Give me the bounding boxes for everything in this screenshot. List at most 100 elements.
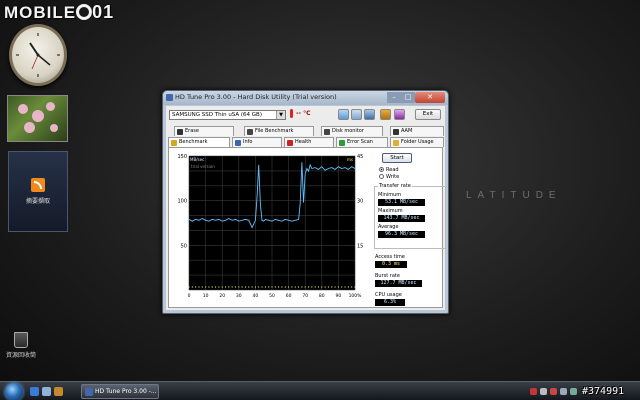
flower-icon bbox=[32, 110, 44, 122]
chart-access-point bbox=[214, 286, 217, 288]
burst-rate-label: Burst rate bbox=[375, 273, 400, 279]
tab-disk-monitor-label: Disk monitor bbox=[332, 128, 364, 134]
chart-x-tick: 30 bbox=[236, 293, 242, 299]
tray-volume-icon[interactable] bbox=[560, 388, 567, 395]
start-button[interactable]: Start bbox=[382, 153, 412, 163]
tab-erase-label: Erase bbox=[185, 128, 199, 134]
erase-icon bbox=[177, 129, 183, 135]
chart-access-point bbox=[337, 286, 339, 288]
feed-headlines-gadget[interactable]: 摘要擷取 bbox=[8, 151, 68, 232]
tab-info[interactable]: Info bbox=[232, 137, 282, 147]
clock-second-hand-icon bbox=[31, 54, 39, 70]
tray-alert-icon[interactable] bbox=[550, 388, 557, 395]
chart-x-tick: 10 bbox=[203, 293, 209, 299]
tab-disk-monitor[interactable]: Disk monitor bbox=[321, 126, 383, 136]
slideshow-gadget[interactable] bbox=[7, 95, 68, 142]
cpu-usage-label: CPU usage bbox=[375, 292, 402, 298]
show-desktop-icon[interactable] bbox=[42, 387, 51, 396]
chart-access-point bbox=[231, 286, 233, 288]
chart-y-tick-left: 100 bbox=[177, 199, 187, 205]
tab-error-scan-label: Error Scan bbox=[347, 139, 373, 145]
burst-rate-value: 127.7 MB/sec bbox=[375, 280, 422, 287]
chart-access-point bbox=[261, 286, 263, 288]
file-benchmark-icon bbox=[247, 129, 253, 135]
watermark-brand: MOBILE bbox=[4, 3, 77, 22]
chart-access-point bbox=[281, 286, 283, 288]
chart-access-point bbox=[304, 286, 306, 288]
chart-x-tick: 50 bbox=[269, 293, 275, 299]
chevron-down-icon: ▼ bbox=[276, 111, 285, 119]
title-bar[interactable]: HD Tune Pro 3.00 - Hard Disk Utility (Tr… bbox=[163, 91, 448, 105]
clock-hour-hand-icon bbox=[29, 42, 39, 56]
chart-access-point bbox=[317, 286, 320, 288]
tab-health[interactable]: Health bbox=[284, 137, 334, 147]
start-orb-icon[interactable] bbox=[5, 383, 23, 400]
chart-access-point bbox=[284, 286, 286, 288]
chart-access-point bbox=[264, 286, 266, 288]
chart-x-tick: 100% bbox=[349, 293, 363, 299]
flower-icon bbox=[18, 104, 28, 114]
chart-access-point bbox=[331, 286, 333, 288]
chart-trial-watermark: trial version bbox=[191, 164, 215, 169]
chart-access-point bbox=[254, 286, 256, 288]
options-icon[interactable] bbox=[380, 109, 391, 120]
read-radio[interactable]: Read bbox=[379, 167, 399, 173]
tray-security-icon[interactable] bbox=[530, 388, 537, 395]
switch-windows-icon[interactable] bbox=[54, 387, 63, 396]
tab-benchmark[interactable]: Benchmark bbox=[168, 137, 230, 147]
chart-access-point bbox=[347, 286, 349, 288]
chart-ylabel-right: ms bbox=[347, 157, 353, 162]
chart-access-point bbox=[354, 286, 356, 288]
maximize-button[interactable]: □ bbox=[401, 92, 415, 103]
chart-access-point bbox=[341, 286, 343, 288]
tab-benchmark-label: Benchmark bbox=[179, 139, 208, 145]
chart-access-point bbox=[291, 286, 293, 288]
chart-access-point bbox=[278, 286, 280, 288]
chart-access-point bbox=[251, 286, 253, 288]
close-button[interactable]: ✕ bbox=[415, 92, 445, 103]
write-radio-label: Write bbox=[386, 174, 400, 180]
maximum-value: 143.7 MB/sec bbox=[378, 215, 425, 222]
tab-error-scan[interactable]: Error Scan bbox=[336, 137, 388, 147]
tab-erase[interactable]: Erase bbox=[174, 126, 234, 136]
copy-info-icon[interactable] bbox=[338, 109, 349, 120]
write-radio[interactable]: Write bbox=[379, 174, 399, 180]
save-screenshot-icon[interactable] bbox=[364, 109, 375, 120]
window-client-area: SAMSUNG SSD Thin uSA (64 GB) ▼ -- °C Exi… bbox=[166, 106, 446, 310]
recycle-bin[interactable]: 資源回收筒 bbox=[4, 332, 38, 359]
tray-network-icon[interactable] bbox=[540, 388, 547, 395]
help-icon[interactable] bbox=[394, 109, 405, 120]
minimize-button[interactable]: – bbox=[387, 92, 401, 103]
flower-icon bbox=[50, 124, 58, 132]
chart-access-point bbox=[211, 286, 213, 288]
hdtune-window[interactable]: HD Tune Pro 3.00 - Hard Disk Utility (Tr… bbox=[162, 90, 449, 314]
tab-folder-usage-label: Folder Usage bbox=[401, 139, 434, 145]
ie-icon[interactable] bbox=[30, 387, 39, 396]
chart-access-point bbox=[314, 286, 316, 288]
clock-gadget[interactable] bbox=[9, 24, 67, 86]
chart-access-point bbox=[195, 286, 197, 288]
copy-screenshot-icon[interactable] bbox=[351, 109, 362, 120]
chart-access-point bbox=[307, 286, 310, 288]
flower-icon bbox=[46, 102, 55, 111]
average-value: 96.3 MB/sec bbox=[378, 231, 425, 238]
tab-file-benchmark[interactable]: File Benchmark bbox=[244, 126, 314, 136]
taskbar-item-hdtune[interactable]: HD Tune Pro 3.00 -... bbox=[81, 384, 159, 399]
chart-access-point bbox=[208, 286, 210, 288]
benchmark-icon bbox=[171, 140, 177, 146]
aam-icon bbox=[393, 129, 399, 135]
chart-access-point bbox=[294, 286, 296, 288]
chart-access-point bbox=[201, 286, 203, 288]
chart-access-point bbox=[274, 286, 276, 288]
drive-select[interactable]: SAMSUNG SSD Thin uSA (64 GB) ▼ bbox=[169, 110, 286, 120]
mobile01-watermark: MOBILE 01 bbox=[4, 2, 114, 24]
chart-access-point bbox=[334, 286, 336, 288]
tray-power-icon[interactable] bbox=[570, 388, 577, 395]
chart-x-tick: 80 bbox=[319, 293, 325, 299]
tab-folder-usage[interactable]: Folder Usage bbox=[390, 137, 444, 147]
chart-access-point bbox=[248, 286, 250, 288]
temperature-readout: -- °C bbox=[290, 109, 310, 118]
exit-button[interactable]: Exit bbox=[415, 109, 441, 120]
tab-aam[interactable]: AAM bbox=[390, 126, 444, 136]
rss-gadget-label: 摘要擷取 bbox=[25, 198, 50, 205]
